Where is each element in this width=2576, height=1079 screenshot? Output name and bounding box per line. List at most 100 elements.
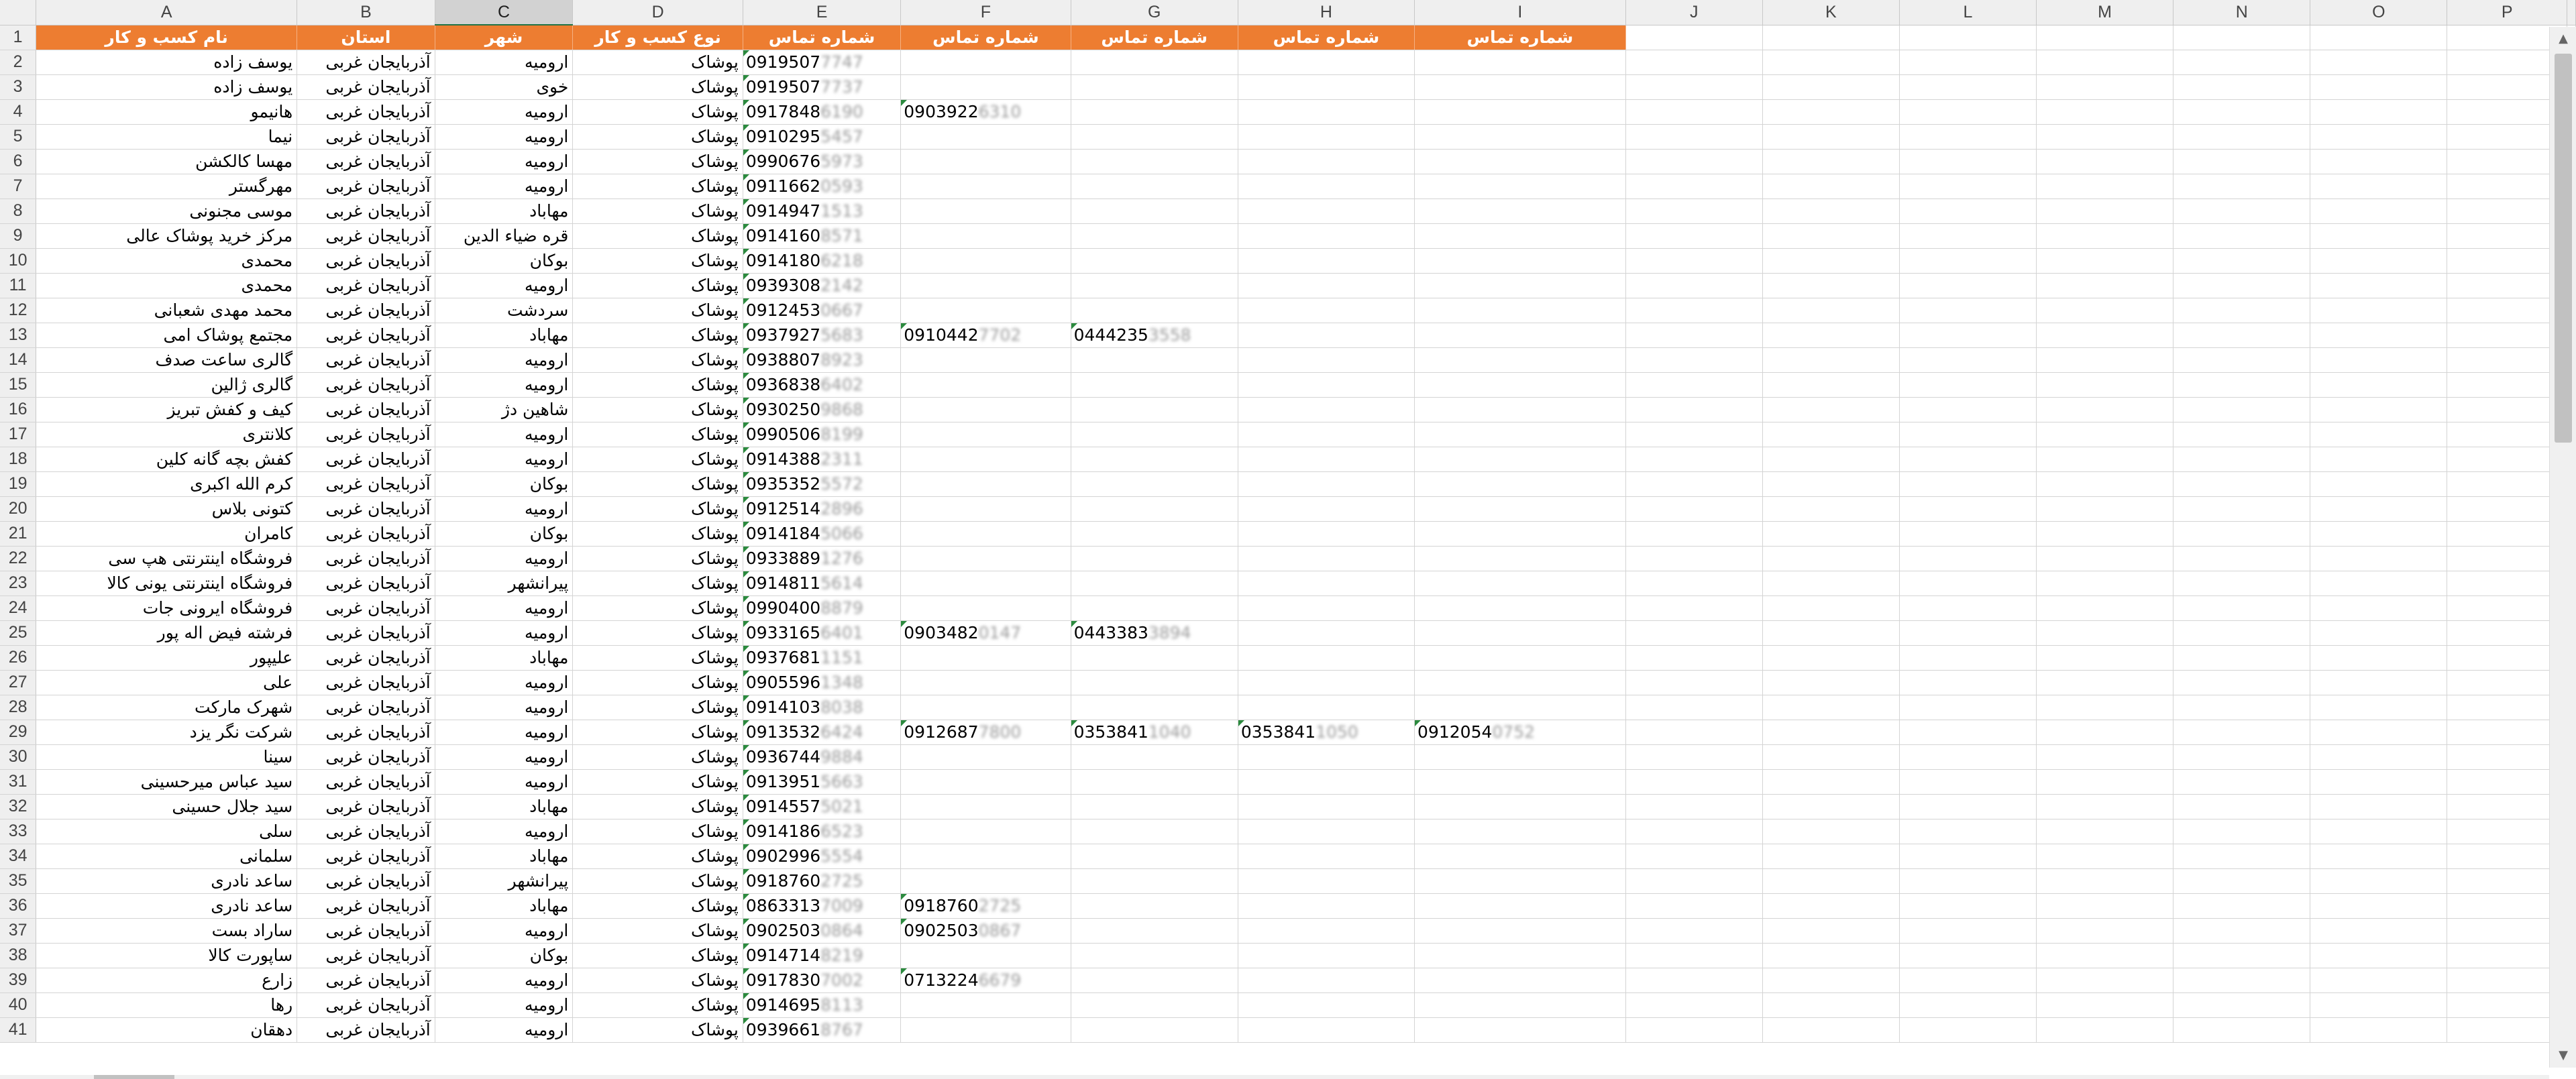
- empty-cell[interactable]: [1899, 968, 2037, 993]
- empty-cell[interactable]: [2173, 744, 2311, 770]
- empty-cell[interactable]: [1071, 521, 1238, 547]
- empty-cell[interactable]: [1625, 347, 1763, 373]
- column-header-d[interactable]: D: [572, 0, 743, 25]
- phone-cell[interactable]: 09141866523: [743, 819, 902, 844]
- empty-cell[interactable]: [2310, 174, 2448, 199]
- empty-cell[interactable]: [2173, 223, 2311, 249]
- city-cell[interactable]: ارومیه: [435, 50, 574, 75]
- business-name-cell[interactable]: علی: [36, 670, 298, 695]
- header-phone-4[interactable]: شماره تماس: [1238, 25, 1415, 50]
- empty-cell[interactable]: [1899, 695, 2037, 720]
- business-type-cell[interactable]: پوشاک: [572, 819, 743, 844]
- empty-cell[interactable]: [1625, 992, 1763, 1018]
- empty-cell[interactable]: [2036, 174, 2174, 199]
- business-name-cell[interactable]: محمدی: [36, 248, 298, 274]
- row-header[interactable]: 6: [0, 149, 37, 174]
- row-header[interactable]: 41: [0, 1017, 37, 1043]
- empty-cell[interactable]: [2310, 74, 2448, 100]
- header-province[interactable]: استان: [297, 25, 435, 50]
- empty-cell[interactable]: [1762, 1017, 1900, 1043]
- empty-cell[interactable]: [2310, 521, 2448, 547]
- row-header[interactable]: 24: [0, 595, 37, 621]
- empty-cell[interactable]: [1899, 397, 2037, 422]
- empty-cell[interactable]: [2310, 496, 2448, 522]
- row-header[interactable]: 19: [0, 471, 37, 497]
- business-type-cell[interactable]: پوشاک: [572, 347, 743, 373]
- empty-cell[interactable]: [1762, 968, 1900, 993]
- city-cell[interactable]: ارومیه: [435, 273, 574, 298]
- empty-cell[interactable]: [1238, 645, 1415, 671]
- province-cell[interactable]: آذربایجان غربی: [297, 918, 435, 944]
- empty-cell[interactable]: [2173, 323, 2311, 348]
- province-cell[interactable]: آذربایجان غربی: [297, 968, 435, 993]
- empty-cell[interactable]: [1762, 422, 1900, 447]
- business-type-cell[interactable]: پوشاک: [572, 918, 743, 944]
- empty-cell[interactable]: [1071, 174, 1238, 199]
- empty-cell[interactable]: [2036, 992, 2174, 1018]
- empty-cell[interactable]: [2310, 50, 2448, 75]
- business-type-cell[interactable]: پوشاک: [572, 670, 743, 695]
- empty-cell[interactable]: [1899, 620, 2037, 646]
- empty-cell[interactable]: [1762, 25, 1900, 50]
- business-name-cell[interactable]: گالری ژالین: [36, 372, 298, 398]
- province-cell[interactable]: آذربایجان غربی: [297, 174, 435, 199]
- phone-cell[interactable]: 09141806218: [743, 248, 902, 274]
- empty-cell[interactable]: [1762, 397, 1900, 422]
- empty-cell[interactable]: [1414, 124, 1626, 150]
- empty-cell[interactable]: [2173, 248, 2311, 274]
- empty-cell[interactable]: [1071, 124, 1238, 150]
- empty-cell[interactable]: [1071, 868, 1238, 894]
- row-header[interactable]: 5: [0, 124, 37, 150]
- empty-cell[interactable]: [900, 943, 1071, 968]
- empty-cell[interactable]: [1071, 744, 1238, 770]
- empty-cell[interactable]: [2036, 347, 2174, 373]
- phone-cell[interactable]: 09124530667: [743, 298, 902, 323]
- empty-cell[interactable]: [1071, 844, 1238, 869]
- header-phone-1[interactable]: شماره تماس: [743, 25, 902, 50]
- phone-cell[interactable]: 09376811151: [743, 645, 902, 671]
- empty-cell[interactable]: [2310, 844, 2448, 869]
- city-cell[interactable]: ارومیه: [435, 372, 574, 398]
- empty-cell[interactable]: [2173, 174, 2311, 199]
- empty-cell[interactable]: [1414, 918, 1626, 944]
- province-cell[interactable]: آذربایجان غربی: [297, 893, 435, 919]
- phone-cell[interactable]: 09039226310: [900, 99, 1071, 125]
- empty-cell[interactable]: [1625, 695, 1763, 720]
- business-name-cell[interactable]: مرکز خرید پوشاک عالی: [36, 223, 298, 249]
- empty-cell[interactable]: [2310, 1017, 2448, 1043]
- province-cell[interactable]: آذربایجان غربی: [297, 273, 435, 298]
- empty-cell[interactable]: [1899, 50, 2037, 75]
- empty-cell[interactable]: [1238, 893, 1415, 919]
- empty-cell[interactable]: [2310, 819, 2448, 844]
- empty-cell[interactable]: [2036, 422, 2174, 447]
- empty-cell[interactable]: [1238, 298, 1415, 323]
- city-cell[interactable]: مهاباد: [435, 323, 574, 348]
- empty-cell[interactable]: [1762, 546, 1900, 571]
- empty-cell[interactable]: [1625, 819, 1763, 844]
- city-cell[interactable]: بوکان: [435, 521, 574, 547]
- business-name-cell[interactable]: مهرگستر: [36, 174, 298, 199]
- business-name-cell[interactable]: سلمانی: [36, 844, 298, 869]
- city-cell[interactable]: پیرانشهر: [435, 868, 574, 894]
- empty-cell[interactable]: [1899, 744, 2037, 770]
- empty-cell[interactable]: [1071, 595, 1238, 621]
- city-cell[interactable]: ارومیه: [435, 174, 574, 199]
- row-header[interactable]: 32: [0, 794, 37, 819]
- empty-cell[interactable]: [1414, 670, 1626, 695]
- empty-cell[interactable]: [1071, 695, 1238, 720]
- empty-cell[interactable]: [2173, 968, 2311, 993]
- empty-cell[interactable]: [1071, 918, 1238, 944]
- city-cell[interactable]: ارومیه: [435, 695, 574, 720]
- empty-cell[interactable]: [1762, 868, 1900, 894]
- empty-cell[interactable]: [900, 670, 1071, 695]
- province-cell[interactable]: آذربایجان غربی: [297, 422, 435, 447]
- city-cell[interactable]: ارومیه: [435, 720, 574, 745]
- empty-cell[interactable]: [1625, 868, 1763, 894]
- empty-cell[interactable]: [2036, 496, 2174, 522]
- empty-cell[interactable]: [1414, 347, 1626, 373]
- empty-cell[interactable]: [1899, 546, 2037, 571]
- empty-cell[interactable]: [1414, 620, 1626, 646]
- empty-cell[interactable]: [900, 273, 1071, 298]
- province-cell[interactable]: آذربایجان غربی: [297, 397, 435, 422]
- empty-cell[interactable]: [900, 447, 1071, 472]
